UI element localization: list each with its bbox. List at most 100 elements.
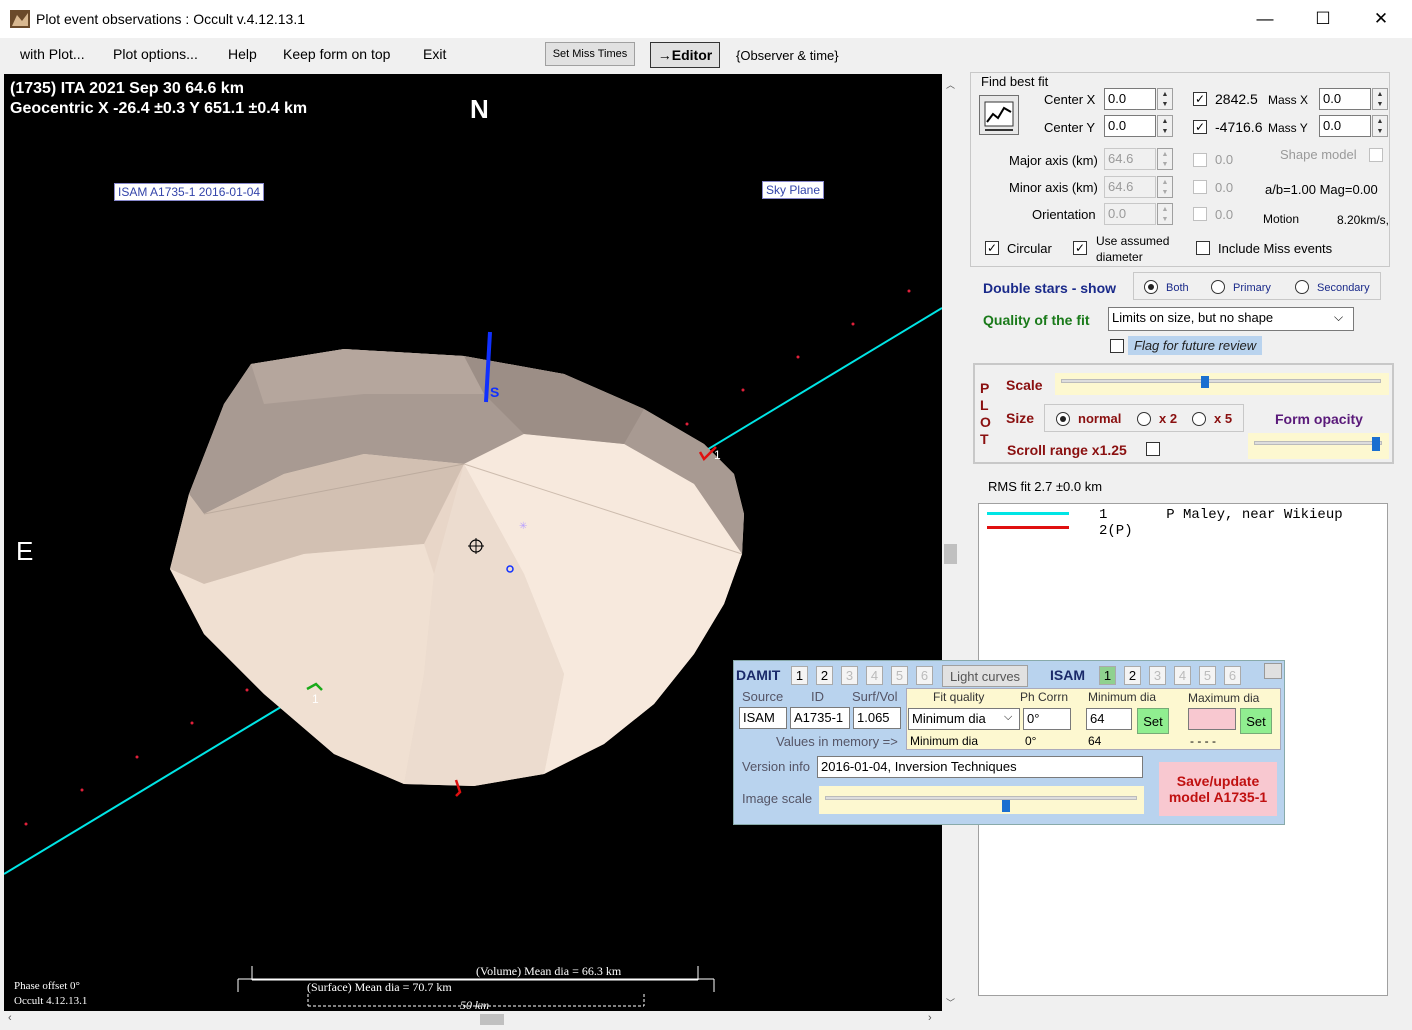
- flag-review-label: Flag for future review: [1128, 336, 1263, 355]
- center-x-input[interactable]: 0.0: [1104, 88, 1156, 110]
- minor-axis-input[interactable]: 64.6: [1104, 176, 1156, 198]
- secondary-radio[interactable]: [1295, 280, 1309, 294]
- size-x5-radio[interactable]: [1192, 412, 1206, 426]
- isam-model-4[interactable]: 4: [1174, 666, 1191, 685]
- phcorr-field[interactable]: 0°: [1023, 708, 1071, 730]
- damit-model-5[interactable]: 5: [891, 666, 908, 685]
- scroll-right-icon[interactable]: ›: [928, 1012, 932, 1024]
- minor-axis-spinner[interactable]: ▲ ▼: [1157, 176, 1173, 198]
- center-y-input[interactable]: 0.0: [1104, 115, 1156, 137]
- hscroll-thumb[interactable]: [480, 1014, 504, 1025]
- fit-quality-chevron-icon[interactable]: ⌵: [1004, 711, 1012, 724]
- scroll-left-icon[interactable]: ‹: [8, 1012, 12, 1024]
- quality-select[interactable]: Limits on size, but no shape: [1108, 307, 1354, 331]
- damit-model-2[interactable]: 2: [816, 666, 833, 685]
- center-x-checkbox[interactable]: ✓: [1193, 92, 1207, 106]
- damit-model-6[interactable]: 6: [916, 666, 933, 685]
- scroll-up-icon[interactable]: ︿: [946, 78, 955, 91]
- both-radio[interactable]: [1144, 280, 1158, 294]
- major-axis-checkbox[interactable]: [1193, 153, 1207, 167]
- max-dia-field[interactable]: [1188, 708, 1236, 730]
- center-y-spinner[interactable]: ▲ ▼: [1157, 115, 1173, 137]
- center-x-spinner[interactable]: ▲ ▼: [1157, 88, 1173, 110]
- scale-slider-thumb[interactable]: [1201, 376, 1209, 388]
- scale-slider[interactable]: [1055, 373, 1389, 395]
- center-y-checkbox[interactable]: ✓: [1193, 120, 1207, 134]
- image-scale-slider-thumb[interactable]: [1001, 800, 1010, 812]
- scroll-range-checkbox[interactable]: [1146, 442, 1160, 456]
- plot-vertical-label: PLOT: [980, 380, 991, 447]
- maximize-button[interactable]: ☐: [1294, 0, 1352, 38]
- vscroll-thumb[interactable]: [944, 544, 957, 564]
- orientation-checkbox[interactable]: [1193, 207, 1207, 221]
- close-button[interactable]: ✕: [1352, 0, 1410, 38]
- chevron-down-icon[interactable]: ⌵: [1334, 310, 1343, 325]
- plot-horizontal-scrollbar[interactable]: ‹ ›: [4, 1011, 942, 1028]
- set-min-dia-button[interactable]: Set: [1137, 708, 1169, 734]
- light-curves-button[interactable]: Light curves: [942, 665, 1028, 687]
- set-miss-times-button[interactable]: Set Miss Times: [545, 42, 635, 66]
- scroll-down-icon[interactable]: ﹀: [946, 996, 955, 1009]
- scale-bar-label: 50 km: [460, 998, 489, 1011]
- find-best-fit-button[interactable]: [979, 95, 1019, 135]
- source-header: Source: [742, 689, 784, 704]
- isam-model-6[interactable]: 6: [1224, 666, 1241, 685]
- menu-keep-on-top[interactable]: Keep form on top: [283, 46, 390, 62]
- use-assumed-checkbox[interactable]: ✓: [1073, 241, 1087, 255]
- form-opacity-slider-thumb[interactable]: [1371, 437, 1380, 451]
- menu-with-plot[interactable]: with Plot...: [20, 46, 85, 62]
- minor-axis-checkbox[interactable]: [1193, 180, 1207, 194]
- isam-model-3[interactable]: 3: [1149, 666, 1166, 685]
- center-y-label: Center Y: [1044, 120, 1096, 135]
- observer-time-label[interactable]: {Observer & time}: [736, 48, 839, 63]
- fit-quality-value: Minimum dia: [912, 711, 986, 726]
- plot-vertical-scrollbar[interactable]: ︿ ﹀: [942, 74, 959, 1011]
- size-x2-radio[interactable]: [1137, 412, 1151, 426]
- cx-value: 2842.5: [1215, 91, 1258, 107]
- isam-model-1[interactable]: 1: [1099, 666, 1116, 685]
- damit-model-4[interactable]: 4: [866, 666, 883, 685]
- circular-checkbox[interactable]: ✓: [985, 241, 999, 255]
- mass-x-spinner[interactable]: ▲ ▼: [1372, 88, 1388, 110]
- size-normal-radio[interactable]: [1056, 412, 1070, 426]
- minimize-button[interactable]: —: [1236, 0, 1294, 38]
- find-best-fit-label: Find best fit: [979, 74, 1051, 89]
- mass-y-input[interactable]: 0.0: [1319, 115, 1371, 137]
- orientation-spinner[interactable]: ▲ ▼: [1157, 203, 1173, 225]
- min-dia-field[interactable]: 64: [1086, 708, 1132, 730]
- damit-model-1[interactable]: 1: [791, 666, 808, 685]
- use-assumed-label: Use assumed: [1096, 234, 1170, 248]
- phase-offset-label: Phase offset 0°: [14, 980, 80, 992]
- set-max-dia-button[interactable]: Set: [1240, 708, 1272, 734]
- panel-close-button[interactable]: [1264, 663, 1282, 679]
- major-axis-input[interactable]: 64.6: [1104, 148, 1156, 170]
- mass-y-spinner[interactable]: ▲ ▼: [1372, 115, 1388, 137]
- orientation-input[interactable]: 0.0: [1104, 203, 1156, 225]
- primary-radio[interactable]: [1211, 280, 1225, 294]
- motion-label: Motion: [1263, 212, 1300, 226]
- image-scale-slider[interactable]: [819, 786, 1144, 814]
- major-axis-spinner[interactable]: ▲ ▼: [1157, 148, 1173, 170]
- plot-canvas[interactable]: ✳ (1735) ITA 2021 Sep 30 64.6 km Geocent…: [4, 74, 942, 1011]
- include-miss-checkbox[interactable]: [1196, 241, 1210, 255]
- form-opacity-slider[interactable]: [1248, 433, 1389, 459]
- shape-model-checkbox[interactable]: [1369, 148, 1383, 162]
- damit-model-3[interactable]: 3: [841, 666, 858, 685]
- phcorr-header: Ph Corrn: [1020, 690, 1069, 704]
- mass-x-input[interactable]: 0.0: [1319, 88, 1371, 110]
- editor-button[interactable]: →Editor: [650, 42, 720, 68]
- save-update-model-button[interactable]: Save/update model A1735-1: [1159, 762, 1277, 816]
- quality-label: Quality of the fit: [983, 312, 1090, 328]
- isam-model-2[interactable]: 2: [1124, 666, 1141, 685]
- menu-exit[interactable]: Exit: [423, 46, 446, 62]
- menu-plot-options[interactable]: Plot options...: [113, 46, 198, 62]
- isam-model-5[interactable]: 5: [1199, 666, 1216, 685]
- chord-2-legend-swatch: [987, 526, 1069, 529]
- both-label: Both: [1166, 282, 1189, 294]
- flag-review-checkbox[interactable]: [1110, 339, 1124, 353]
- pole-label: S: [490, 384, 500, 400]
- menu-help[interactable]: Help: [228, 46, 257, 62]
- version-info-field: 2016-01-04, Inversion Techniques: [817, 756, 1143, 778]
- minor-axis-label: Minor axis (km): [1009, 180, 1098, 195]
- values-in-memory-label: Values in memory =>: [776, 734, 898, 749]
